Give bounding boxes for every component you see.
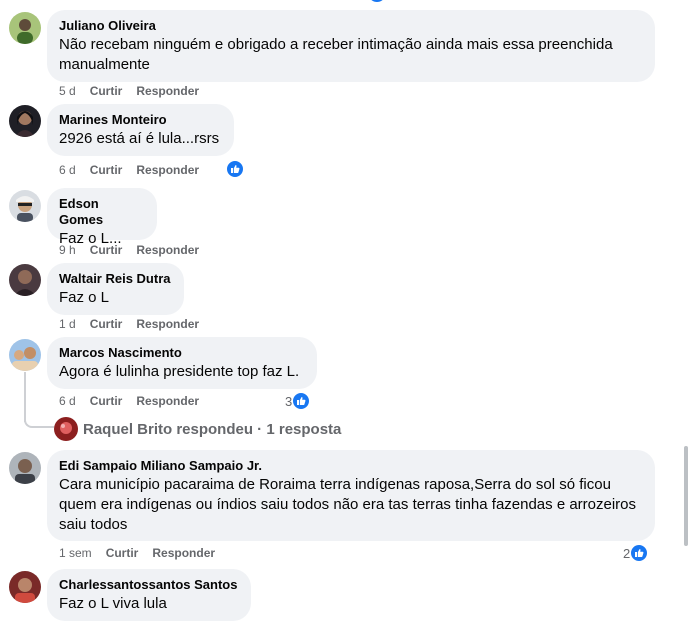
comment-bubble: Marines Monteiro 2926 está aí é lula...r… bbox=[47, 104, 234, 156]
avatar[interactable] bbox=[9, 452, 41, 484]
comment-bubble: Marcos Nascimento Agora é lulinha presid… bbox=[47, 337, 317, 389]
reply-button[interactable]: Responder bbox=[136, 316, 199, 332]
thread-line bbox=[24, 372, 26, 422]
avatar[interactable] bbox=[9, 339, 41, 371]
like-button[interactable]: Curtir bbox=[90, 393, 123, 409]
reaction-count[interactable]: 2 bbox=[623, 544, 649, 562]
reaction-count[interactable] bbox=[226, 160, 244, 178]
like-button[interactable]: Curtir bbox=[90, 162, 123, 178]
comment-time[interactable]: 9 h bbox=[59, 242, 76, 258]
reply-button[interactable]: Responder bbox=[152, 545, 215, 561]
thumbs-up-icon bbox=[630, 544, 649, 562]
reply-button[interactable]: Responder bbox=[136, 242, 199, 258]
comment-author[interactable]: Juliano Oliveira bbox=[59, 18, 643, 34]
like-button[interactable]: Curtir bbox=[90, 316, 123, 332]
reaction-icon-partial bbox=[370, 0, 384, 2]
reply-button[interactable]: Responder bbox=[136, 83, 199, 99]
comment-author[interactable]: Charlessantossantos Santos bbox=[59, 577, 239, 593]
comment-time[interactable]: 1 d bbox=[59, 316, 76, 332]
reaction-count-number: 2 bbox=[623, 545, 631, 561]
reaction-count[interactable]: 3 bbox=[285, 392, 311, 410]
avatar[interactable] bbox=[9, 190, 41, 222]
comment-text: Faz o L viva lula bbox=[59, 595, 167, 612]
comment-text: 2926 está aí é lula...rsrs bbox=[59, 130, 220, 147]
comment-author[interactable]: Marcos Nascimento bbox=[59, 345, 305, 361]
comment-bubble: Waltair Reis Dutra Faz o L bbox=[47, 263, 184, 315]
comment-actions: 1 d Curtir Responder bbox=[59, 316, 213, 332]
like-button[interactable]: Curtir bbox=[106, 545, 139, 561]
comment-actions: 6 d Curtir Responder bbox=[59, 393, 213, 409]
like-button[interactable]: Curtir bbox=[90, 242, 123, 258]
avatar bbox=[54, 417, 78, 441]
thread-connector bbox=[24, 420, 54, 428]
like-button[interactable]: Curtir bbox=[90, 83, 123, 99]
comment-bubble: Edi Sampaio Miliano Sampaio Jr. Cara mun… bbox=[47, 450, 655, 541]
comment-text: Cara município pacaraima de Roraima terr… bbox=[59, 476, 637, 533]
comment-bubble: Edson Gomes Faz o L... bbox=[47, 188, 157, 247]
comment-text: Agora é lulinha presidente top faz L. bbox=[59, 363, 300, 380]
comment-actions: 6 d Curtir Responder bbox=[59, 162, 213, 178]
reply-button[interactable]: Responder bbox=[136, 162, 199, 178]
comment-time[interactable]: 6 d bbox=[59, 162, 76, 178]
comment-text: Faz o L bbox=[59, 289, 110, 306]
comment-author[interactable]: Edi Sampaio Miliano Sampaio Jr. bbox=[59, 458, 643, 474]
comment-time[interactable]: 6 d bbox=[59, 393, 76, 409]
comment-time[interactable]: 1 sem bbox=[59, 545, 92, 561]
thumbs-up-icon bbox=[226, 160, 244, 178]
comment-author[interactable]: Marines Monteiro bbox=[59, 112, 222, 128]
scrollbar[interactable] bbox=[684, 446, 688, 546]
comment-author[interactable]: Waltair Reis Dutra bbox=[59, 271, 172, 287]
avatar[interactable] bbox=[9, 105, 41, 137]
view-replies-link[interactable]: Raquel Brito respondeu · 1 resposta bbox=[54, 417, 341, 441]
thumbs-up-icon bbox=[292, 392, 311, 410]
avatar[interactable] bbox=[9, 264, 41, 296]
avatar[interactable] bbox=[9, 12, 41, 44]
avatar[interactable] bbox=[9, 571, 41, 603]
reaction-count-number: 3 bbox=[285, 393, 293, 409]
replies-summary[interactable]: Raquel Brito respondeu · 1 resposta bbox=[83, 421, 341, 438]
comment-bubble: Juliano Oliveira Não recebam ninguém e o… bbox=[47, 10, 655, 82]
comment-text: Não recebam ninguém e obrigado a receber… bbox=[59, 36, 613, 73]
comment-author[interactable]: Edson Gomes bbox=[59, 196, 145, 228]
comment-bubble: Charlessantossantos Santos Faz o L viva … bbox=[47, 569, 251, 621]
comment-actions: 5 d Curtir Responder bbox=[59, 83, 213, 99]
comment-actions: 1 sem Curtir Responder bbox=[59, 545, 229, 561]
comment-time[interactable]: 5 d bbox=[59, 83, 76, 99]
reply-button[interactable]: Responder bbox=[136, 393, 199, 409]
comment-actions: 9 h Curtir Responder bbox=[59, 242, 213, 258]
